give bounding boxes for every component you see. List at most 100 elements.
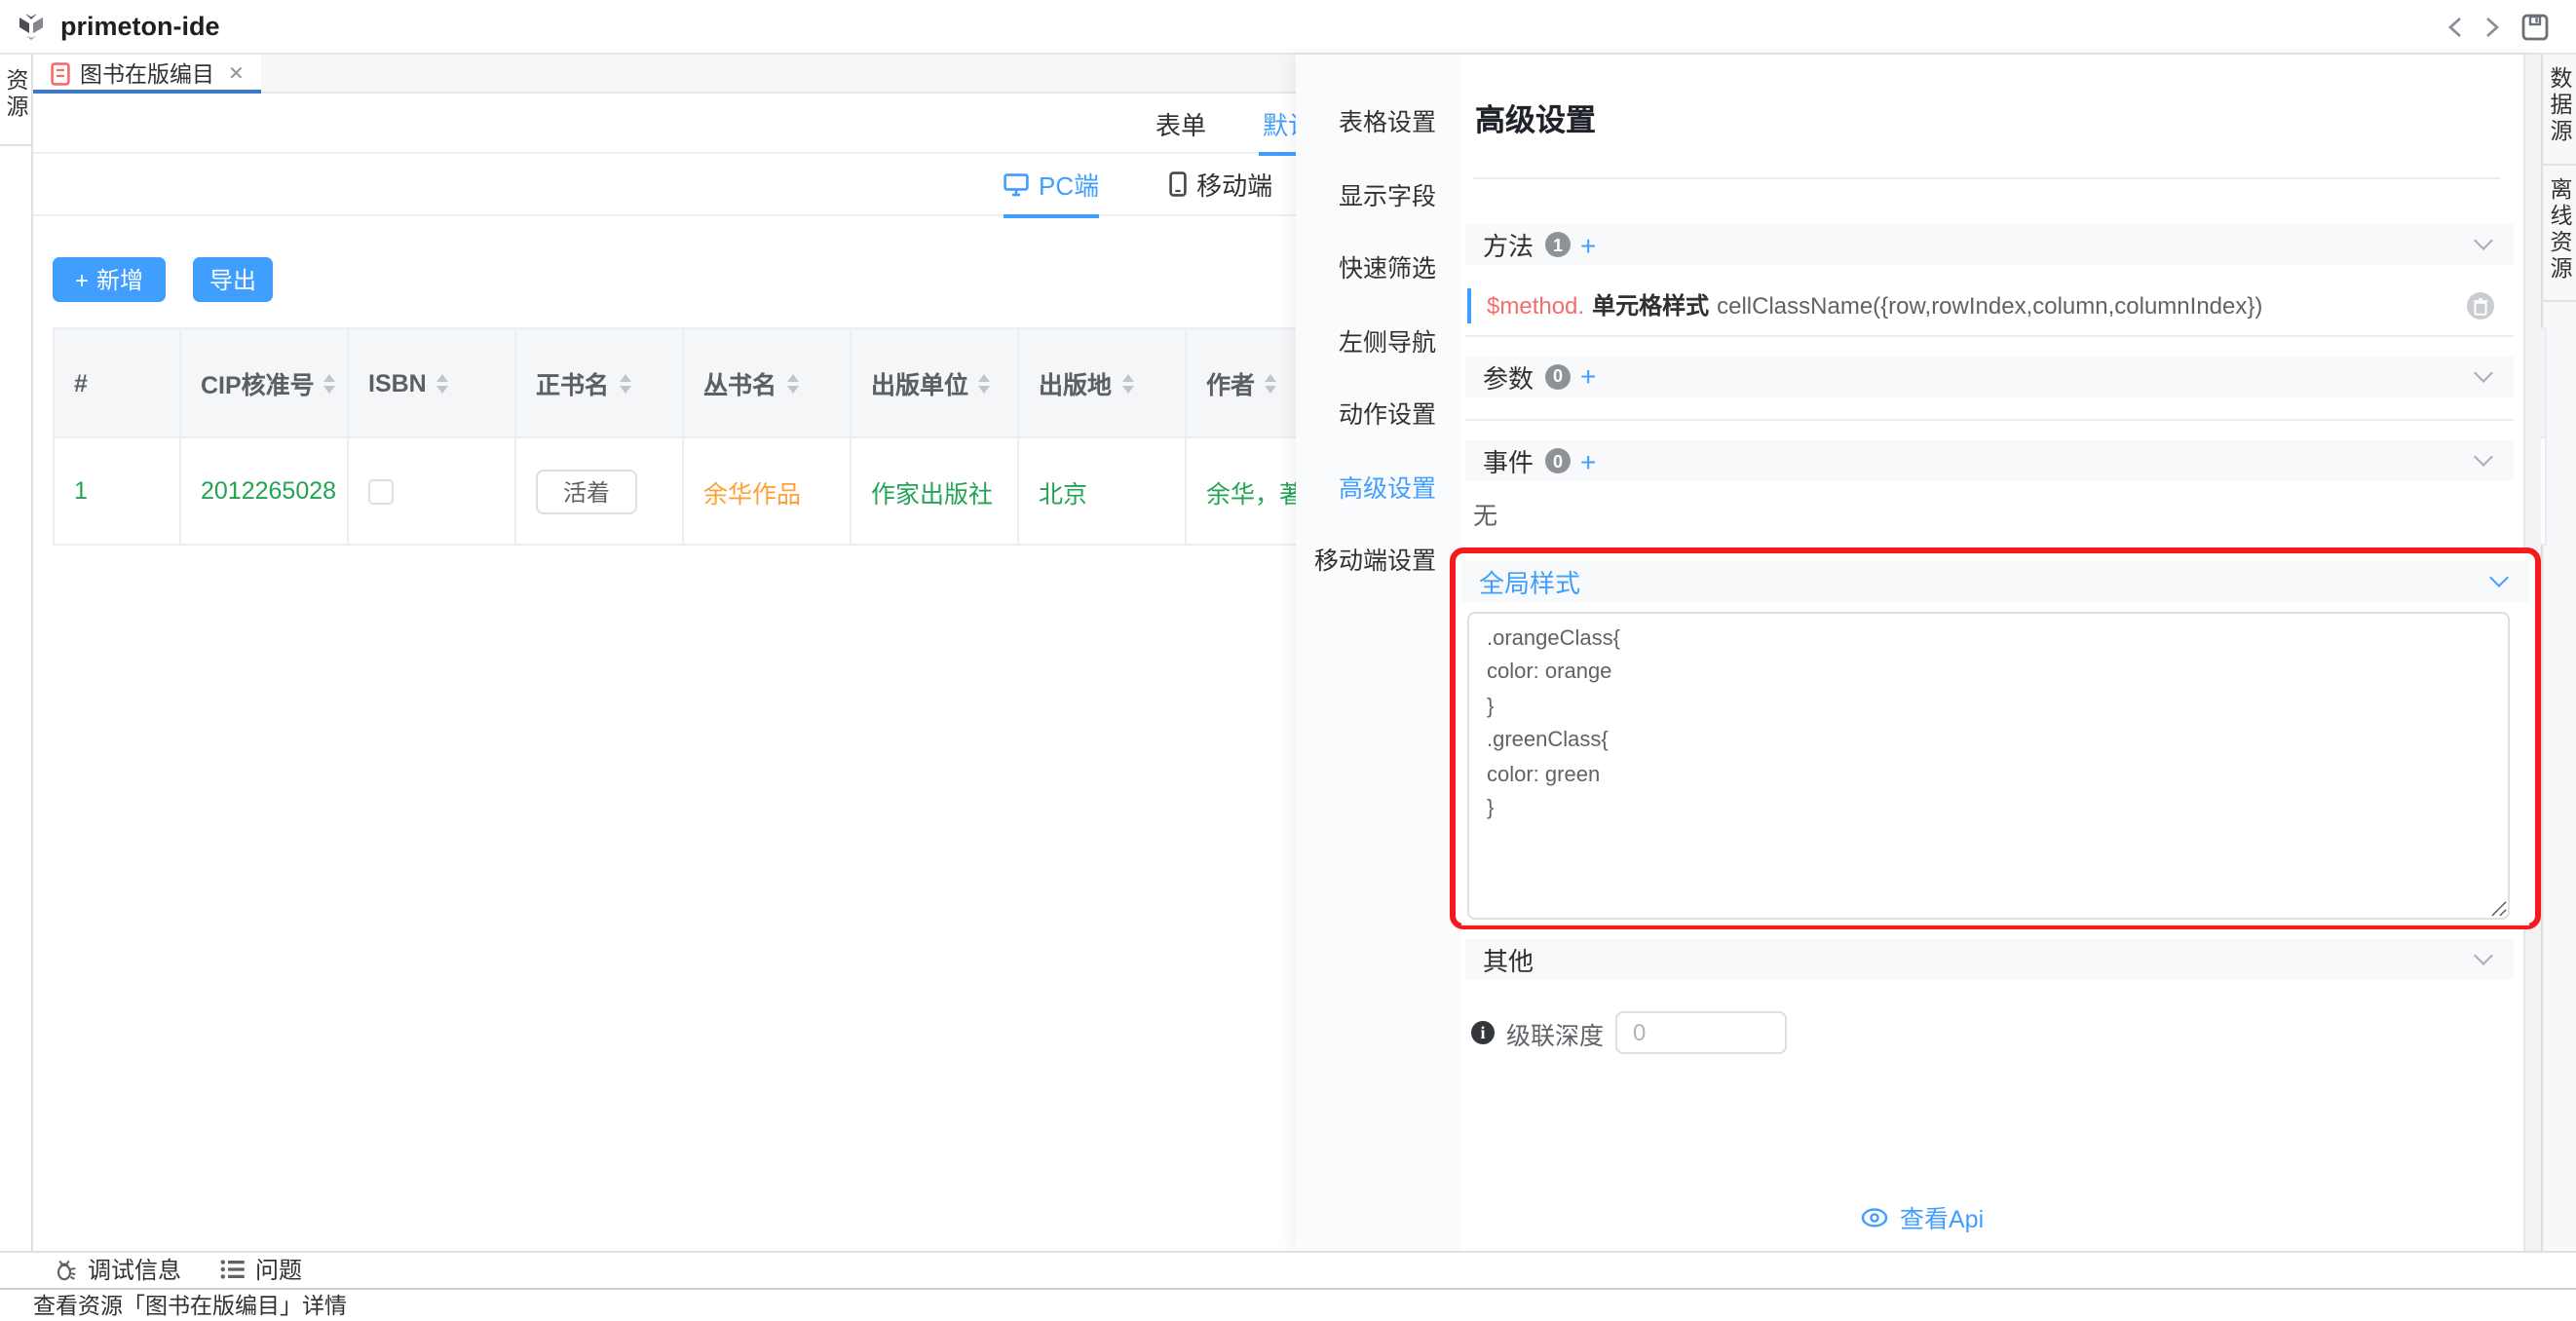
section-other[interactable]: 其他 xyxy=(1465,939,2514,980)
phone-icon xyxy=(1169,171,1187,197)
rail-divider xyxy=(0,144,31,146)
method-signature: cellClassName({row,rowIndex,column,colum… xyxy=(1717,291,2262,319)
chevron-down-icon[interactable] xyxy=(2474,447,2493,467)
status-bar: 查看资源「图书在版编目」详情 xyxy=(0,1288,2576,1321)
add-button[interactable]: + 新增 xyxy=(53,257,166,302)
debug-bug-icon xyxy=(53,1258,78,1283)
method-name: 单元格样式 xyxy=(1592,288,1709,321)
tab-label: 图书在版编目 xyxy=(80,58,214,90)
menu-item-quick-filter[interactable]: 快速筛选 xyxy=(1296,234,1461,307)
export-button[interactable]: 导出 xyxy=(193,257,273,302)
view-api-link[interactable]: 查看Api xyxy=(1861,1198,1984,1235)
divider xyxy=(1465,335,2514,337)
cell-isbn xyxy=(349,438,516,544)
tab-book-cip[interactable]: 图书在版编目 ✕ xyxy=(33,55,262,94)
monitor-icon xyxy=(1004,172,1029,196)
bottom-toolbar: 调试信息 问题 xyxy=(0,1250,2576,1288)
global-style-highlight: 全局样式 .orangeClass{ color: orange } .gree… xyxy=(1450,547,2541,929)
divider xyxy=(1473,177,2500,179)
tab-pc-label: PC端 xyxy=(1039,166,1099,203)
menu-item-action-settings[interactable]: 动作设置 xyxy=(1296,380,1461,453)
add-method-icon[interactable]: + xyxy=(1580,231,1596,258)
chevron-down-icon[interactable] xyxy=(2474,231,2493,250)
left-rail: 资源 xyxy=(0,55,33,1288)
tab-mobile-label: 移动端 xyxy=(1196,166,1272,203)
status-text: 查看资源「图书在版编目」详情 xyxy=(33,1290,347,1321)
settings-drawer: 表格设置 显示字段 快速筛选 左侧导航 动作设置 高级设置 移动端设置 高级设置… xyxy=(1296,55,2541,1250)
tab-form[interactable]: 表单 xyxy=(1155,93,1206,153)
cascade-depth-input[interactable] xyxy=(1615,1011,1787,1054)
panel-title: 高级设置 xyxy=(1475,97,1596,140)
sort-carets-icon[interactable] xyxy=(436,373,448,393)
global-style-textarea[interactable]: .orangeClass{ color: orange } .greenClas… xyxy=(1467,612,2510,920)
info-icon: i xyxy=(1471,1021,1495,1044)
tab-close-icon[interactable]: ✕ xyxy=(228,63,245,85)
section-methods[interactable]: 方法 1 + xyxy=(1465,224,2514,265)
rail-item-datasource[interactable]: 数据源 xyxy=(2544,66,2575,145)
sort-carets-icon[interactable] xyxy=(619,373,630,393)
menu-item-advanced-settings[interactable]: 高级设置 xyxy=(1296,453,1461,526)
column-header-publisher[interactable]: 出版单位 xyxy=(852,329,1019,436)
chevron-down-icon[interactable] xyxy=(2489,568,2509,587)
plus-icon: + xyxy=(75,266,89,293)
menu-item-display-fields[interactable]: 显示字段 xyxy=(1296,161,1461,234)
trash-icon xyxy=(2473,297,2488,315)
column-header-index[interactable]: # xyxy=(55,329,181,436)
divider xyxy=(1461,924,2529,925)
app-window: primeton-ide 资源 数据源 离线资源 图书在版编目 ✕ xyxy=(0,0,2576,1321)
save-icon[interactable] xyxy=(2521,14,2549,41)
menu-item-mobile-settings[interactable]: 移动端设置 xyxy=(1296,526,1461,599)
isbn-checkbox[interactable] xyxy=(368,478,394,504)
cell-cip: 2012265028 xyxy=(181,438,349,544)
rail-item-offline-resources[interactable]: 离线资源 xyxy=(2544,176,2575,282)
events-count-badge: 0 xyxy=(1545,448,1571,473)
method-item[interactable]: $method. 单元格样式 cellClassName({row,rowInd… xyxy=(1467,284,2514,325)
menu-item-left-nav[interactable]: 左侧导航 xyxy=(1296,307,1461,380)
tab-pc[interactable]: PC端 xyxy=(1004,153,1099,215)
methods-count-badge: 1 xyxy=(1545,232,1571,257)
document-icon xyxy=(51,62,70,86)
section-params[interactable]: 参数 0 + xyxy=(1465,356,2514,396)
problems-button[interactable]: 问题 xyxy=(220,1254,302,1287)
debug-info-button[interactable]: 调试信息 xyxy=(53,1254,181,1287)
add-param-icon[interactable]: + xyxy=(1580,362,1596,390)
app-title: primeton-ide xyxy=(60,12,220,41)
rail-item-resources[interactable]: 资源 xyxy=(0,68,31,121)
sort-carets-icon[interactable] xyxy=(978,373,990,393)
sort-carets-icon[interactable] xyxy=(1121,373,1133,393)
chevron-down-icon[interactable] xyxy=(2474,946,2493,965)
nav-forward-icon[interactable] xyxy=(2484,16,2500,39)
params-count-badge: 0 xyxy=(1545,363,1571,389)
chevron-down-icon[interactable] xyxy=(2474,362,2493,382)
method-prefix: $method. xyxy=(1487,291,1584,319)
title-value-box[interactable]: 活着 xyxy=(536,469,637,513)
cell-title: 活着 xyxy=(516,438,684,544)
section-events[interactable]: 事件 0 + xyxy=(1465,440,2514,481)
column-header-isbn[interactable]: ISBN xyxy=(349,329,516,436)
add-event-icon[interactable]: + xyxy=(1580,447,1596,474)
column-header-series[interactable]: 丛书名 xyxy=(684,329,852,436)
divider xyxy=(1465,419,2514,421)
column-header-place[interactable]: 出版地 xyxy=(1019,329,1187,436)
events-empty-text: 无 xyxy=(1473,495,1497,532)
sort-carets-icon[interactable] xyxy=(786,373,798,393)
sort-carets-icon[interactable] xyxy=(1265,373,1276,393)
list-icon xyxy=(220,1260,246,1281)
delete-method-button[interactable] xyxy=(2467,292,2494,320)
cell-series: 余华作品 xyxy=(684,438,852,544)
cascade-depth-row: i 级联深度 xyxy=(1471,1011,1787,1054)
cell-publisher: 作家出版社 xyxy=(852,438,1019,544)
cell-place: 北京 xyxy=(1019,438,1187,544)
section-global-style[interactable]: 全局样式 xyxy=(1461,561,2529,602)
column-header-title[interactable]: 正书名 xyxy=(516,329,684,436)
title-bar: primeton-ide xyxy=(0,0,2576,55)
menu-item-table-settings[interactable]: 表格设置 xyxy=(1296,88,1461,161)
tab-mobile[interactable]: 移动端 xyxy=(1169,153,1272,215)
app-logo-icon xyxy=(16,11,47,42)
right-rail: 数据源 离线资源 xyxy=(2541,55,2576,1288)
column-header-cip[interactable]: CIP核准号 xyxy=(181,329,349,436)
sort-carets-icon[interactable] xyxy=(324,373,336,393)
method-accent-bar xyxy=(1467,287,1471,322)
eye-icon xyxy=(1861,1207,1888,1227)
nav-back-icon[interactable] xyxy=(2447,16,2463,39)
